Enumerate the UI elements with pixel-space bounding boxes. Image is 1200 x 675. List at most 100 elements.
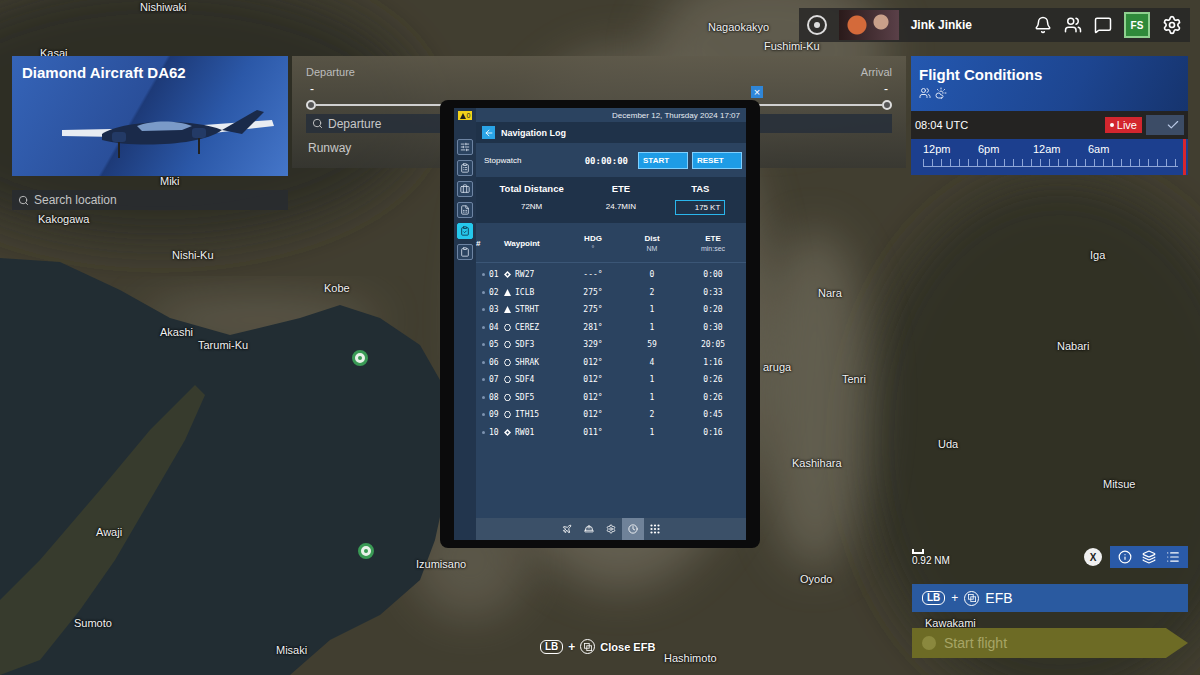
airport-pin[interactable] [358, 543, 374, 559]
distance-cell: 2 [620, 410, 684, 419]
efb-sidebar-item[interactable] [457, 244, 473, 260]
column-title: ETE [705, 234, 721, 244]
info-icon[interactable] [1118, 550, 1132, 564]
start-flight-button[interactable]: Start flight [912, 628, 1188, 658]
navlog-row[interactable]: 05SDF3329°5920:05 [476, 336, 746, 354]
alert-badge[interactable]: 0 [458, 111, 473, 120]
map-scale: 0.92 NM [912, 549, 1076, 566]
timeline-label: 6pm [978, 143, 1033, 155]
waypoint-cell: RW27 [504, 270, 566, 279]
navlog-row[interactable]: 03STRHT275°10:20 [476, 301, 746, 319]
heading-cell: 012° [566, 393, 620, 402]
gear-icon[interactable] [1162, 15, 1182, 35]
gear-icon [606, 524, 616, 534]
navlog-row[interactable]: 04CEREZ281°10:30 [476, 319, 746, 337]
navlog-row[interactable]: 06SHRAK012°41:16 [476, 354, 746, 372]
start-button[interactable]: START [638, 152, 688, 169]
map-place-label: Tenri [842, 373, 866, 386]
waypoint-name: RW27 [515, 270, 534, 279]
arrival-knob[interactable] [882, 100, 892, 110]
live-badge[interactable]: Live [1105, 117, 1142, 133]
store-button[interactable]: FS [1124, 12, 1150, 38]
chat-icon[interactable] [1094, 16, 1112, 34]
efb-button[interactable]: LB+EFB [912, 584, 1188, 612]
back-arrow-icon [484, 128, 494, 138]
alert-count: 0 [467, 111, 471, 120]
map-place-label: Sumoto [74, 617, 112, 630]
close-button[interactable]: × [751, 86, 763, 98]
ete-cell: 1:16 [684, 358, 742, 367]
row-number: 04 [476, 323, 504, 332]
user-avatar[interactable] [839, 10, 899, 40]
waypoint-hexagon-icon [504, 359, 511, 366]
column-header: Waypoint [504, 239, 566, 249]
map-place-label: Akashi [160, 326, 193, 339]
navlog-row[interactable]: 08SDF5012°10:26 [476, 389, 746, 407]
aircraft-card[interactable]: Diamond Aircraft DA62 [12, 56, 288, 176]
map-place-label: Izumisano [416, 558, 466, 571]
waypoint-cell: CEREZ [504, 323, 566, 332]
waypoint-cell: SDF3 [504, 340, 566, 349]
tas-unit: KT [710, 203, 720, 212]
efb-date: December 12, Thursday 2024 17:07 [476, 108, 746, 122]
x-button[interactable]: X [1084, 548, 1102, 566]
search-location-field[interactable]: Search location [12, 190, 288, 210]
clock-icon [628, 524, 638, 534]
total-cell: ETE24.7MIN [581, 183, 660, 215]
weight-sheet-icon [460, 205, 470, 215]
navlog-row[interactable]: 02ICLB275°20:33 [476, 284, 746, 302]
efb-sidebar-item[interactable] [457, 223, 473, 239]
departure-knob[interactable] [306, 100, 316, 110]
heading-cell: 012° [566, 358, 620, 367]
navlog-row[interactable]: 09ITH15012°20:45 [476, 406, 746, 424]
world-map-screen[interactable]: KasaiNishiwakiNagaokakyoFushimi-KuMikiKa… [0, 0, 1200, 675]
flight-conditions-panel: Flight Conditions08:04 UTCLive12pm6pm12a… [911, 56, 1188, 175]
tas-input[interactable]: 175KT [675, 200, 725, 215]
friends-icon[interactable] [1064, 16, 1082, 34]
efb-sidebar-item[interactable] [457, 139, 473, 155]
efb-bottom-tab[interactable] [622, 518, 644, 540]
time-timeline[interactable]: 12pm6pm12am6am [911, 139, 1188, 175]
efb-title: Navigation Log [501, 128, 566, 138]
view-button-icon [964, 591, 979, 606]
ete-cell: 0:26 [684, 375, 742, 384]
start-flight-label: Start flight [944, 635, 1007, 651]
top-bar: Jink Jinkie FS [799, 8, 1190, 42]
live-checkbox[interactable] [1146, 115, 1184, 135]
total-cell: TAS175KT [661, 183, 740, 215]
efb-bottom-tab[interactable] [578, 518, 600, 540]
efb-sidebar-item[interactable] [457, 202, 473, 218]
airport-pin[interactable] [352, 350, 368, 366]
total-cell: Total Distance72NM [482, 183, 581, 215]
navlog-row[interactable]: 01RW27---°00:00 [476, 266, 746, 284]
efb-bottom-tab[interactable] [644, 518, 666, 540]
waypoint-cell: SHRAK [504, 358, 566, 367]
bell-icon[interactable] [1034, 16, 1052, 34]
navlog-row[interactable]: 07SDF4012°10:26 [476, 371, 746, 389]
efb-bottom-tab[interactable] [556, 518, 578, 540]
list-icon[interactable] [1166, 550, 1180, 564]
efb-sidebar-item[interactable] [457, 160, 473, 176]
navlog-row[interactable]: 10RW01011°10:16 [476, 424, 746, 442]
column-title: HDG [584, 234, 602, 244]
route-values: -- [306, 82, 892, 96]
flight-conditions-header[interactable]: Flight Conditions [911, 56, 1188, 111]
efb-sidebar: 0 [454, 108, 476, 540]
back-button[interactable] [482, 126, 495, 139]
aircraft-icon [42, 90, 282, 170]
totals-box: Total Distance72NMETE24.7MINTAS175KT [476, 177, 746, 223]
efb-tablet: 0 December 12, Thursday 2024 17:07 Navigat… [440, 100, 760, 548]
map-place-label: Nagaokakyo [708, 21, 769, 34]
reset-button[interactable]: RESET [692, 152, 742, 169]
layers-icon[interactable] [1142, 550, 1156, 564]
profile-badge-icon[interactable] [807, 15, 827, 35]
efb-sidebar-item[interactable] [457, 181, 473, 197]
now-marker[interactable] [1183, 139, 1186, 175]
user-name[interactable]: Jink Jinkie [911, 18, 972, 32]
aircraft-icon [562, 524, 572, 534]
row-number: 05 [476, 340, 504, 349]
efb-bottom-tab[interactable] [600, 518, 622, 540]
map-place-label: Hashimoto [664, 652, 717, 665]
waypoint-cell: ITH15 [504, 410, 566, 419]
ete-cell: 20:05 [684, 340, 742, 349]
